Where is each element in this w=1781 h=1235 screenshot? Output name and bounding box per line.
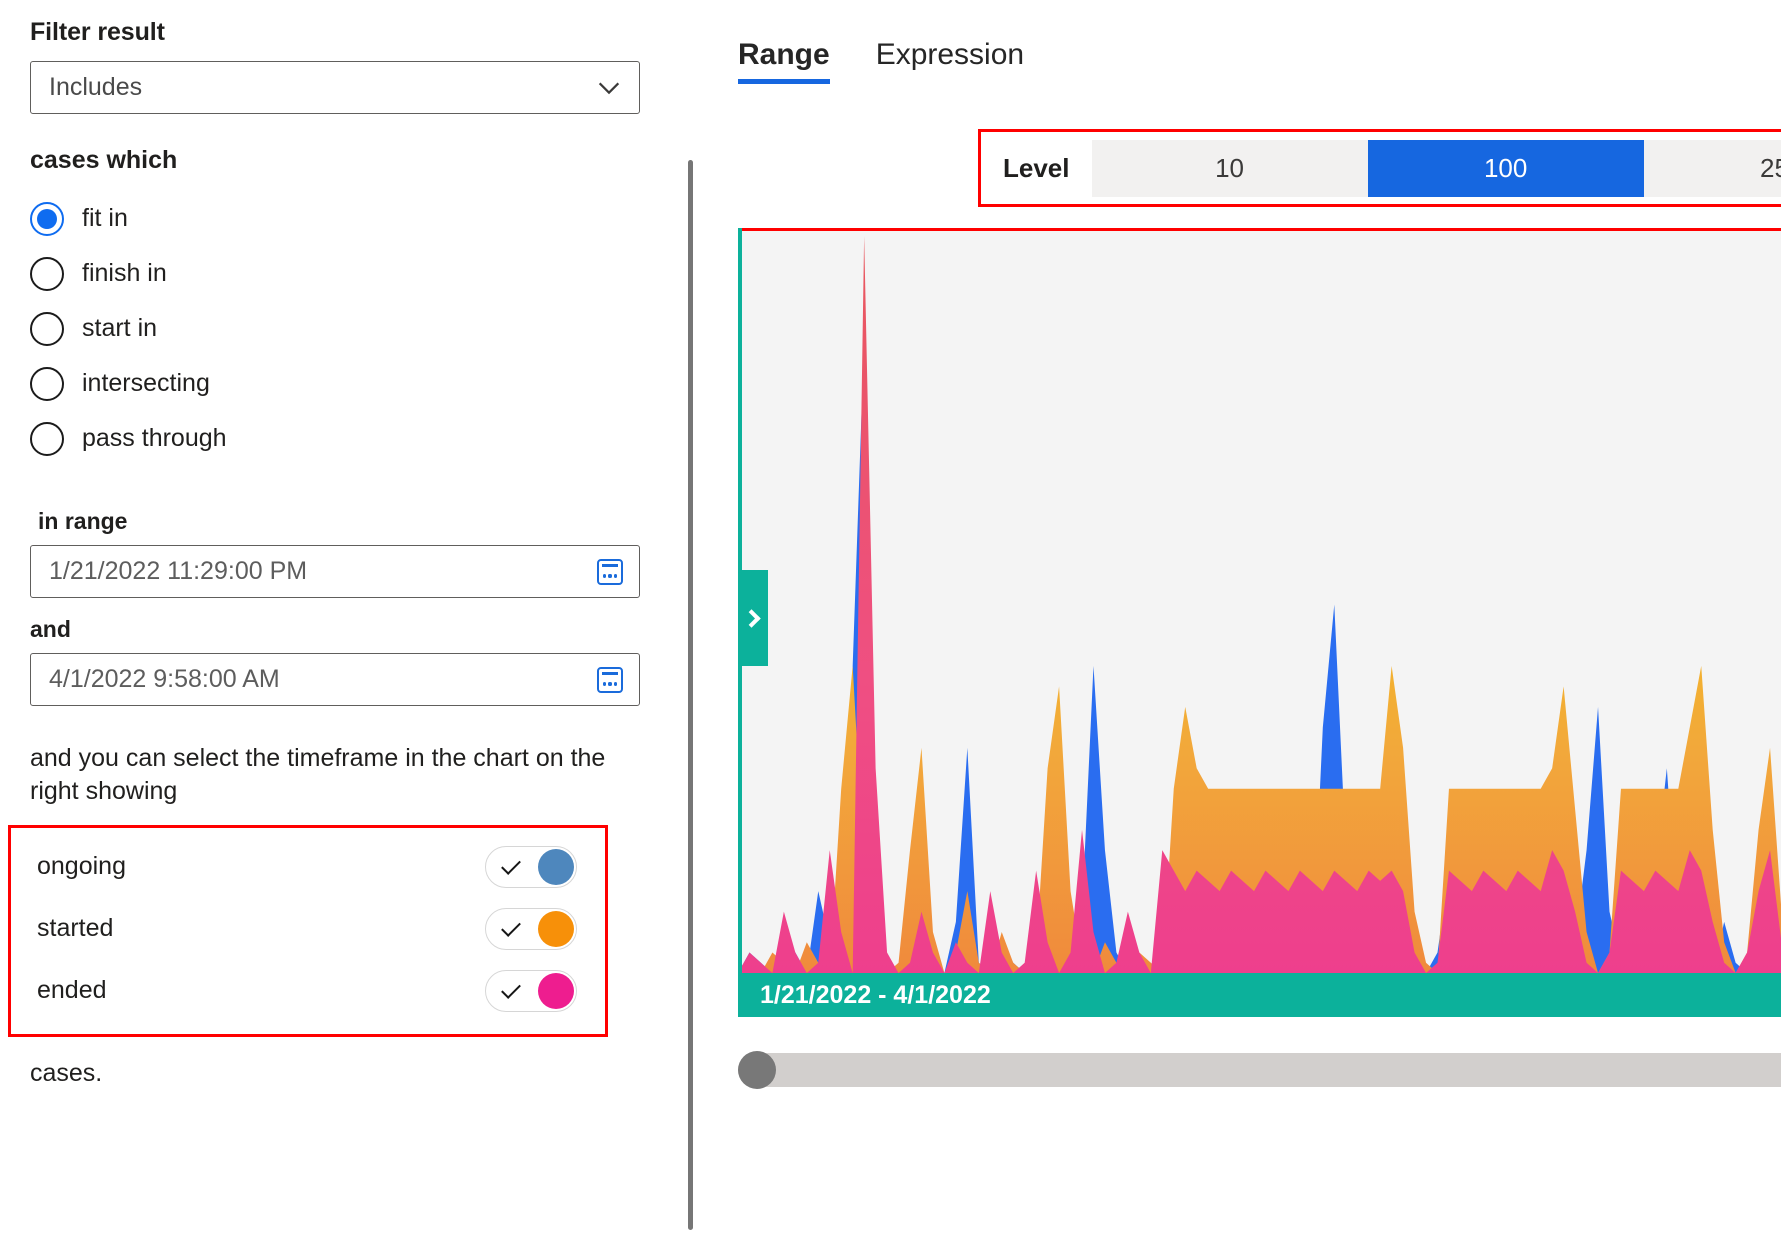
radio-indicator — [30, 311, 64, 346]
in-range-label: in range — [38, 508, 128, 534]
panel-scrollbar[interactable] — [688, 160, 693, 1230]
cases-which-radio-group: fit in finish in start in intersecting p… — [30, 191, 670, 466]
level-selector: Level 10 100 250 500 1000 — [978, 129, 1781, 207]
chevron-down-icon — [598, 82, 620, 94]
cases-which-label: cases which — [30, 146, 178, 174]
level-option-group: 10 100 250 500 1000 — [1091, 139, 1781, 197]
radio-option-start-in[interactable]: start in — [30, 301, 670, 356]
filter-panel: Filter result Includes cases which fit i… — [0, 0, 700, 1235]
toggle-ended[interactable] — [485, 969, 577, 1012]
scroll-thumb-start[interactable] — [738, 1051, 776, 1089]
radio-indicator — [30, 256, 64, 291]
filter-timeframe-screen: Filter result Includes cases which fit i… — [0, 0, 1781, 1235]
toggle-knob — [538, 848, 574, 885]
check-icon — [501, 916, 521, 937]
toggle-row-ended[interactable]: ended — [11, 960, 605, 1022]
filter-result-dropdown[interactable]: Includes — [30, 61, 640, 114]
toggle-row-started[interactable]: started — [11, 898, 605, 960]
radio-option-fit-in[interactable]: fit in — [30, 191, 670, 246]
calendar-icon[interactable] — [597, 558, 623, 585]
toggle-row-ongoing[interactable]: ongoing — [11, 836, 605, 898]
range-handle-left[interactable] — [738, 570, 768, 666]
radio-label: finish in — [82, 259, 167, 287]
radio-label: pass through — [82, 424, 227, 452]
trailing-text: cases. — [30, 1058, 103, 1087]
range-start-field[interactable]: 1/21/2022 11:29:00 PM — [30, 545, 640, 598]
check-icon — [501, 854, 521, 875]
chart-panel: Range Expression Level 10 100 250 500 10… — [700, 0, 1781, 1235]
toggle-knob — [538, 910, 574, 947]
chevron-right-icon — [742, 608, 761, 628]
radio-option-finish-in[interactable]: finish in — [30, 246, 670, 301]
toggle-knob — [538, 972, 574, 1009]
level-option-100[interactable]: 100 — [1367, 139, 1644, 197]
helper-text: and you can select the timeframe in the … — [30, 744, 606, 806]
selected-range-label: 1/21/2022 - 4/1/2022 — [760, 980, 991, 1009]
radio-indicator — [30, 421, 64, 456]
radio-label: fit in — [82, 204, 128, 232]
level-option-10[interactable]: 10 — [1091, 139, 1368, 197]
selected-range-bar[interactable]: 1/21/2022 - 4/1/2022 — [738, 973, 1781, 1017]
tab-range[interactable]: Range — [738, 38, 830, 92]
level-option-250[interactable]: 250 — [1643, 139, 1781, 197]
toggle-label: ongoing — [37, 852, 126, 880]
tab-bar: Range Expression — [700, 0, 1781, 92]
tab-expression[interactable]: Expression — [876, 38, 1024, 92]
range-end-value: 4/1/2022 9:58:00 AM — [49, 665, 280, 693]
range-end-field[interactable]: 4/1/2022 9:58:00 AM — [30, 653, 640, 706]
toggle-started[interactable] — [485, 907, 577, 950]
series-toggle-group: ongoing started ended — [8, 824, 608, 1037]
toggle-label: started — [37, 914, 114, 942]
check-icon — [501, 978, 521, 999]
page-title: Filter result — [30, 18, 165, 46]
timeframe-area-chart[interactable] — [738, 228, 1781, 973]
chart-svg — [738, 228, 1781, 973]
chart-horizontal-scrollbar[interactable] — [738, 1051, 1781, 1089]
radio-label: intersecting — [82, 369, 210, 397]
filter-result-value: Includes — [49, 73, 143, 101]
radio-indicator — [30, 366, 64, 401]
radio-indicator — [30, 201, 64, 236]
range-start-value: 1/21/2022 11:29:00 PM — [49, 557, 308, 585]
radio-option-pass-through[interactable]: pass through — [30, 411, 670, 466]
toggle-ongoing[interactable] — [485, 845, 577, 888]
level-label: Level — [1003, 152, 1070, 183]
radio-option-intersecting[interactable]: intersecting — [30, 356, 670, 411]
and-label: and — [30, 616, 71, 642]
calendar-icon[interactable] — [597, 666, 623, 693]
toggle-label: ended — [37, 976, 107, 1004]
radio-label: start in — [82, 314, 158, 342]
